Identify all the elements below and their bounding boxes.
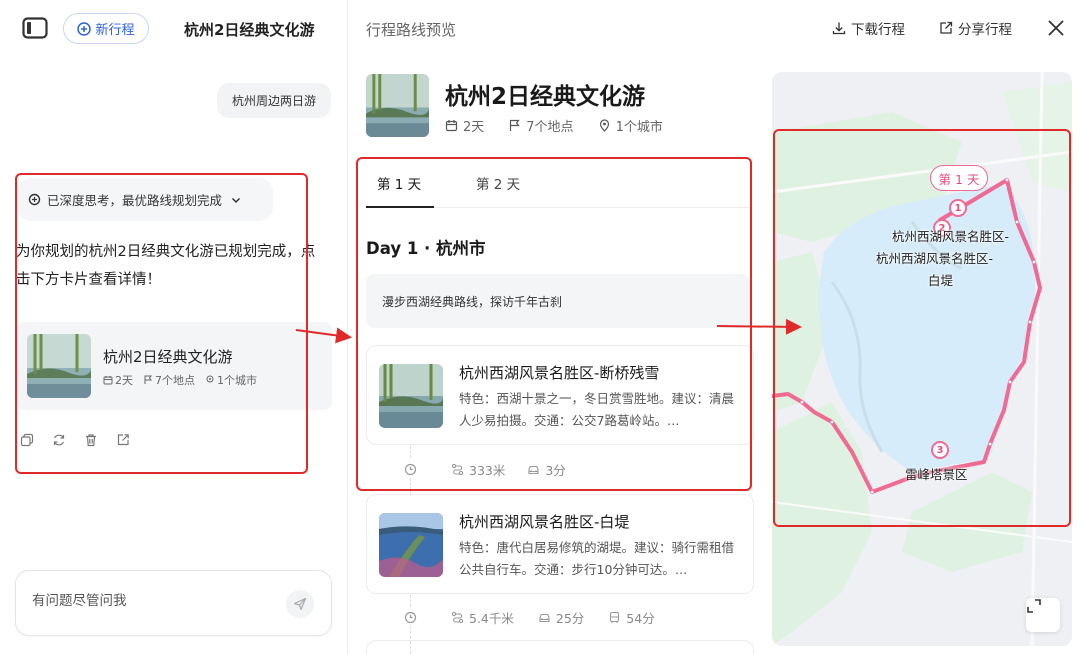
plan-card[interactable]: 杭州2日经典文化游 2天 7个地点 1个城市 — [16, 322, 332, 410]
spot-description: 特色：唐代白居易修筑的湖堤。建议：骑行需租借公共自行车。交通：步行10分钟可达。… — [459, 540, 735, 577]
calendar-icon — [103, 376, 113, 385]
plan-card-meta: 2天 7个地点 1个城市 — [103, 372, 257, 388]
send-icon — [293, 597, 307, 611]
day-subtitle: 漫步西湖经典路线，探访千年古刹 — [366, 274, 750, 328]
close-icon[interactable] — [1046, 18, 1066, 38]
route-marker-1[interactable]: 1 — [949, 199, 967, 217]
chat-input[interactable] — [32, 593, 272, 609]
spot-card[interactable]: 杭州西湖风景名胜区-断桥残雪 特色：西湖十景之一，冬日赏雪胜地。建议：清晨人少易… — [366, 345, 754, 445]
bus-icon — [610, 611, 620, 623]
map-label-spot3: 雷峰塔景区 — [905, 467, 968, 482]
download-trip-button[interactable]: 下载行程 — [832, 18, 905, 38]
copy-icon[interactable] — [20, 432, 34, 447]
route-icon — [451, 463, 464, 476]
user-message: 杭州周边两日游 — [216, 83, 331, 118]
transit-distance: 333米 — [469, 463, 506, 478]
chat-panel: 新行程 杭州2日经典文化游 杭州周边两日游 已深度思考，最优路线规划完成 为你规… — [0, 0, 348, 654]
assistant-answer: 为你规划的杭州2日经典文化游已规划完成，点击下方卡片查看详情！ — [16, 244, 316, 288]
timeline-connector — [410, 595, 411, 607]
calendar-icon — [445, 120, 458, 132]
share-icon — [940, 21, 953, 34]
day-tabs: 第 1 天 第 2 天 — [366, 160, 750, 208]
new-trip-label: 新行程 — [95, 23, 135, 38]
map-label-spot2-line2: 白堤 — [928, 273, 954, 288]
plan-card-places: 7个地点 — [155, 374, 195, 387]
share-trip-label: 分享行程 — [958, 22, 1012, 38]
spot-description: 特色：西湖十景之一，冬日赏雪胜地。建议：清晨人少易拍摄。交通：公交7路葛岭站。… — [459, 391, 735, 428]
transit-bus-time: 54分 — [626, 611, 655, 626]
trip-title: 杭州2日经典文化游 — [445, 84, 646, 110]
add-circle-icon — [77, 21, 92, 36]
sidebar-toggle-icon[interactable] — [22, 17, 48, 39]
spot-thumbnail — [379, 513, 443, 577]
tab-day-2[interactable]: 第 2 天 — [476, 173, 520, 193]
plan-thumbnail — [27, 334, 91, 398]
location-icon — [206, 375, 214, 383]
route-icon — [451, 611, 464, 624]
transit-drive-time: 25分 — [555, 611, 585, 626]
car-icon — [528, 465, 539, 475]
timeline-connector — [410, 446, 411, 458]
plan-card-cities: 1个城市 — [217, 374, 257, 387]
day-title: Day 1 · 杭州市 — [366, 239, 486, 258]
transit-drive-time: 3分 — [545, 463, 566, 478]
chat-input-box[interactable] — [15, 570, 332, 636]
itinerary-panel: 杭州2日经典文化游 2天 7个地点 1个城市 第 1 天 第 2 天 Day 1… — [349, 0, 761, 654]
route-map[interactable]: 第 1 天 1 2 杭州西湖风景名胜区- 杭州西湖风景名胜区- 白堤 3 雷峰塔… — [772, 72, 1072, 646]
spot-name: 杭州西湖风景名胜区-白堤 — [459, 513, 630, 531]
spot-card[interactable] — [366, 640, 754, 654]
conversation-title: 杭州2日经典文化游 — [184, 21, 315, 39]
deep-think-toggle[interactable]: 已深度思考，最优路线规划完成 — [17, 178, 273, 221]
expand-icon — [1027, 599, 1041, 613]
route-marker-3[interactable]: 3 — [931, 441, 949, 459]
download-trip-label: 下载行程 — [851, 22, 905, 38]
trip-days: 2天 — [463, 120, 485, 135]
plan-card-days: 2天 — [115, 374, 133, 387]
map-label-spot2: 杭州西湖风景名胜区- — [876, 251, 994, 266]
share-icon[interactable] — [116, 432, 130, 446]
plan-card-title: 杭州2日经典文化游 — [103, 348, 233, 366]
spot-thumbnail — [379, 364, 443, 428]
car-icon — [539, 613, 550, 623]
share-trip-button[interactable]: 分享行程 — [939, 18, 1012, 38]
trip-meta: 2天 7个地点 1个城市 — [445, 116, 663, 135]
flag-icon — [144, 375, 152, 384]
map-label-spot1: 杭州西湖风景名胜区- — [892, 229, 1010, 244]
trip-thumbnail — [366, 74, 429, 137]
send-button[interactable] — [286, 590, 314, 618]
delete-icon[interactable] — [84, 432, 98, 447]
new-trip-button[interactable]: 新行程 — [63, 13, 149, 44]
brain-icon — [28, 193, 41, 206]
download-icon — [832, 22, 846, 35]
timeline-connector — [410, 478, 411, 494]
map-canvas — [772, 72, 1072, 646]
tab-day-1[interactable]: 第 1 天 — [377, 173, 421, 193]
fullscreen-button[interactable] — [1026, 598, 1060, 632]
clock-icon — [404, 611, 417, 624]
message-actions — [20, 432, 130, 447]
trip-cities: 1个城市 — [615, 120, 663, 135]
chevron-down-icon — [231, 197, 241, 203]
clock-icon — [404, 463, 417, 476]
day-pin[interactable]: 第 1 天 — [930, 165, 988, 191]
flag-icon — [510, 119, 521, 131]
refresh-icon[interactable] — [52, 432, 66, 446]
location-icon — [599, 119, 609, 132]
active-tab-indicator — [366, 206, 434, 208]
spot-card[interactable]: 杭州西湖风景名胜区-白堤 特色：唐代白居易修筑的湖堤。建议：骑行需租借公共自行车… — [366, 494, 754, 594]
transit-info: 5.4千米 25分 54分 — [404, 608, 655, 627]
transit-info: 333米 3分 — [404, 460, 566, 479]
transit-distance: 5.4千米 — [469, 611, 514, 626]
spot-name: 杭州西湖风景名胜区-断桥残雪 — [459, 364, 660, 382]
deep-think-label: 已深度思考，最优路线规划完成 — [47, 193, 223, 208]
trip-places: 7个地点 — [526, 120, 574, 135]
